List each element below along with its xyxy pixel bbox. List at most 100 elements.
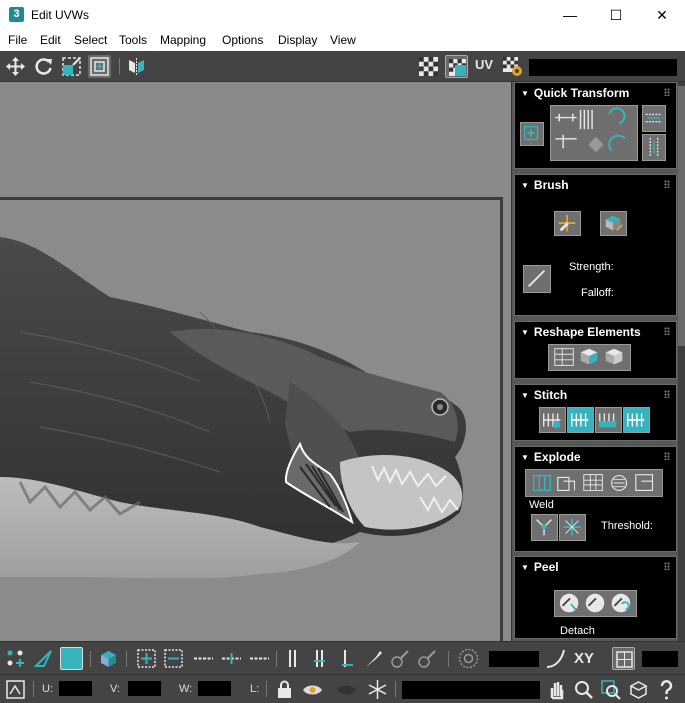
toolbar-separator bbox=[90, 651, 91, 667]
w-value-field[interactable] bbox=[198, 681, 231, 696]
strength-label: Strength: bbox=[569, 261, 614, 273]
rollout-brush-header[interactable]: ▼ Brush bbox=[521, 178, 569, 192]
close-button[interactable]: ✕ bbox=[639, 0, 685, 30]
u-label: U: bbox=[42, 683, 53, 695]
rollout-explode-header[interactable]: ▼ Explode bbox=[521, 450, 581, 464]
scale-icon[interactable] bbox=[60, 55, 83, 78]
align-vertical-icon[interactable] bbox=[642, 134, 666, 161]
align-to-center-icon[interactable] bbox=[520, 122, 544, 146]
toolbar-separator bbox=[126, 651, 127, 667]
rollout-quick-transform-header[interactable]: ▼ Quick Transform bbox=[521, 86, 629, 100]
menu-select[interactable]: Select bbox=[74, 33, 107, 47]
uv-viewport[interactable] bbox=[0, 82, 511, 641]
brush-move-icon[interactable] bbox=[554, 211, 581, 236]
stitch-custom-icon[interactable] bbox=[539, 407, 566, 433]
rollout-peel-header[interactable]: ▼ Peel bbox=[521, 560, 559, 574]
freeze-icon[interactable] bbox=[366, 678, 389, 701]
checker-pattern-icon[interactable] bbox=[417, 55, 440, 78]
selection-set-field[interactable] bbox=[402, 681, 540, 699]
menu-options[interactable]: Options bbox=[222, 33, 263, 47]
stitch-to-source-icon[interactable] bbox=[623, 407, 650, 433]
stitch-average-icon[interactable] bbox=[595, 407, 622, 433]
zoom-region-icon[interactable] bbox=[599, 678, 622, 701]
weld-all-icon[interactable] bbox=[559, 514, 586, 541]
weld-label: Weld bbox=[529, 499, 554, 511]
bottom-toolbar-transform: U: V: W: L: bbox=[0, 674, 685, 703]
zoom-icon[interactable] bbox=[572, 678, 595, 701]
ring-grow-icon[interactable] bbox=[308, 647, 331, 670]
grip-icon[interactable] bbox=[664, 562, 670, 570]
texture-checker-icon[interactable] bbox=[445, 55, 468, 78]
weld-selected-icon[interactable] bbox=[531, 514, 558, 541]
rollout-panel: ▼ Quick Transform ▼ Brush Strength: Fall… bbox=[511, 82, 685, 641]
ring-icon[interactable] bbox=[281, 647, 304, 670]
align-horizontal-icon[interactable] bbox=[642, 105, 666, 132]
pan-icon[interactable] bbox=[545, 678, 568, 701]
grip-icon[interactable] bbox=[664, 180, 670, 188]
face-select-icon[interactable] bbox=[60, 647, 83, 670]
minimize-button[interactable]: — bbox=[547, 0, 593, 30]
falloff-value-field[interactable] bbox=[489, 651, 539, 667]
menu-display[interactable]: Display bbox=[278, 33, 317, 47]
loop-shrink-icon[interactable] bbox=[248, 647, 271, 670]
grip-icon[interactable] bbox=[664, 390, 670, 398]
shrink-selection-icon[interactable] bbox=[162, 647, 185, 670]
grip-icon[interactable] bbox=[664, 88, 670, 96]
grow-selection-icon[interactable] bbox=[135, 647, 158, 670]
rollout-stitch-header[interactable]: ▼ Stitch bbox=[521, 388, 567, 402]
texture-dropdown[interactable] bbox=[529, 59, 677, 76]
rollout-brush: ▼ Brush Strength: Falloff: bbox=[514, 174, 677, 316]
rollout-quick-transform: ▼ Quick Transform bbox=[514, 82, 677, 169]
menu-tools[interactable]: Tools bbox=[119, 33, 147, 47]
toolbar-separator bbox=[395, 681, 396, 697]
loop-grow-icon[interactable] bbox=[220, 647, 243, 670]
limit-soft-selection-icon[interactable] bbox=[612, 647, 635, 670]
rotate-icon[interactable] bbox=[32, 55, 55, 78]
edge-select-icon[interactable] bbox=[32, 647, 55, 670]
uv-toggle-label[interactable]: UV bbox=[475, 57, 493, 80]
menu-mapping[interactable]: Mapping bbox=[160, 33, 206, 47]
grip-icon[interactable] bbox=[664, 327, 670, 335]
v-value-field[interactable] bbox=[128, 681, 161, 696]
paint-shrink-icon[interactable] bbox=[416, 647, 439, 670]
mirror-icon[interactable] bbox=[125, 55, 148, 78]
ring-shrink-icon[interactable] bbox=[336, 647, 359, 670]
falloff-label: Falloff: bbox=[581, 287, 614, 299]
zoom-extents-icon[interactable] bbox=[627, 678, 650, 701]
freeform-icon[interactable] bbox=[88, 55, 111, 78]
menu-bar: File Edit Select Tools Mapping Options D… bbox=[0, 30, 685, 51]
loop-icon[interactable] bbox=[192, 647, 215, 670]
menu-view[interactable]: View bbox=[330, 33, 356, 47]
lock-icon[interactable] bbox=[273, 678, 296, 701]
reshape-buttons bbox=[548, 344, 631, 371]
toolbar-separator bbox=[266, 681, 267, 697]
xy-space-label[interactable]: XY bbox=[574, 650, 594, 667]
top-toolbar: UV bbox=[0, 51, 685, 82]
edge-distance-field[interactable] bbox=[642, 651, 678, 667]
u-value-field[interactable] bbox=[59, 681, 92, 696]
vertex-select-icon[interactable] bbox=[4, 647, 27, 670]
brush-size-icon[interactable] bbox=[523, 265, 551, 293]
element-select-icon[interactable] bbox=[97, 647, 120, 670]
brush-relax-icon[interactable] bbox=[600, 211, 627, 236]
paint-grow-icon[interactable] bbox=[389, 647, 412, 670]
maximize-button[interactable]: ☐ bbox=[593, 0, 639, 30]
soft-selection-icon[interactable] bbox=[457, 647, 480, 670]
transform-mode-icon[interactable] bbox=[4, 678, 27, 701]
unhide-icon[interactable] bbox=[335, 678, 358, 701]
move-icon[interactable] bbox=[4, 55, 27, 78]
stitch-to-target-icon[interactable] bbox=[567, 407, 594, 433]
hide-icon[interactable] bbox=[301, 678, 324, 701]
rollout-reshape-elements: ▼ Reshape Elements bbox=[514, 321, 677, 379]
menu-file[interactable]: File bbox=[8, 33, 27, 47]
grip-icon[interactable] bbox=[664, 452, 670, 460]
paint-select-icon[interactable] bbox=[362, 647, 385, 670]
help-icon[interactable] bbox=[655, 678, 678, 701]
uv-settings-icon[interactable] bbox=[501, 55, 524, 78]
panel-scroll-thumb[interactable] bbox=[678, 86, 685, 346]
title-bar: 3 Edit UVWs — ☐ ✕ bbox=[0, 0, 685, 30]
menu-edit[interactable]: Edit bbox=[40, 33, 61, 47]
fish-texture-image bbox=[0, 237, 466, 579]
rollout-reshape-header[interactable]: ▼ Reshape Elements bbox=[521, 325, 641, 339]
falloff-curve-icon[interactable] bbox=[544, 647, 567, 670]
